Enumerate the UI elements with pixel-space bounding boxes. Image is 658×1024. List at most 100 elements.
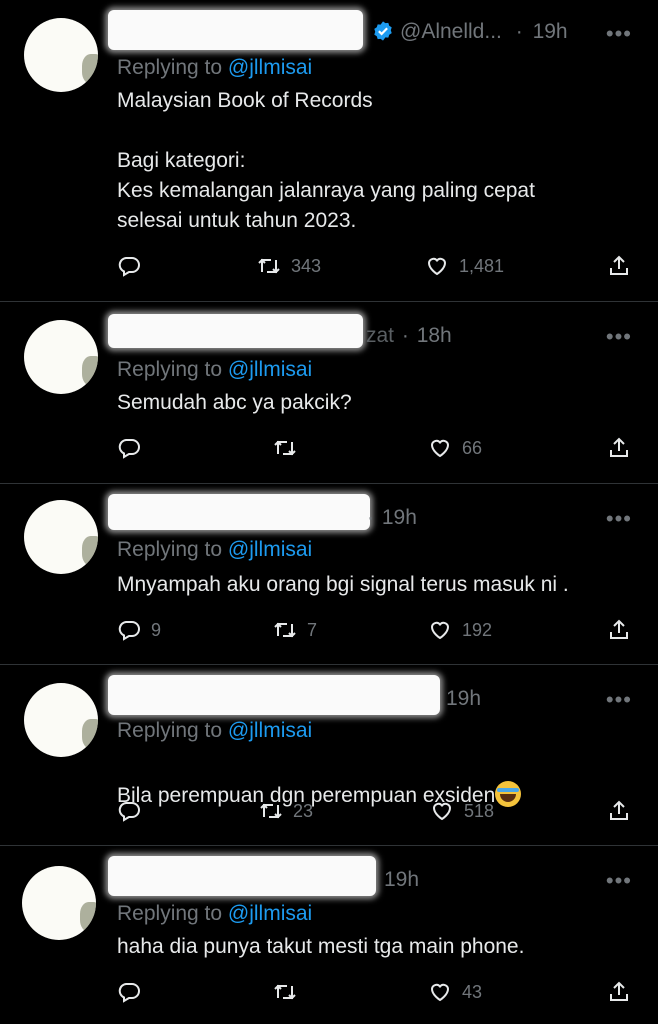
tweet-text: Mnyampah aku orang bgi signal terus masu… — [117, 573, 569, 596]
share-button[interactable] — [607, 254, 631, 278]
replying-handle-link[interactable]: @jllmisai — [228, 902, 312, 925]
replying-to: Replying to @jllmisai — [117, 538, 312, 562]
more-dots-icon[interactable]: ••• — [606, 868, 632, 894]
tweet-meta: 19h — [446, 687, 481, 711]
verified-badge-icon — [374, 21, 392, 41]
like-count: 43 — [462, 981, 483, 1002]
reply-button[interactable] — [117, 799, 151, 823]
retweet-button[interactable] — [273, 980, 307, 1004]
heart-icon — [430, 439, 450, 458]
share-button[interactable] — [607, 436, 631, 460]
action-bar: 23 518 — [117, 799, 637, 829]
action-bar: 9 7 192 — [117, 618, 637, 648]
replying-to: Replying to @jllmisai — [117, 56, 312, 80]
heart-icon — [430, 621, 450, 640]
author-handle[interactable]: @Alnelld... — [400, 20, 502, 43]
share-icon — [610, 619, 628, 639]
replying-prefix: Replying to — [117, 719, 223, 742]
more-dots-icon[interactable]: ••• — [606, 324, 632, 350]
like-button[interactable]: 192 — [428, 618, 492, 642]
retweet-icon — [274, 622, 296, 638]
retweet-icon — [260, 803, 282, 819]
redacted-display-name — [108, 675, 440, 715]
like-count: 66 — [462, 437, 483, 458]
reply-button[interactable]: 9 — [117, 618, 161, 642]
reply-icon — [118, 802, 140, 822]
timestamp[interactable]: 19h — [384, 868, 419, 891]
retweet-icon — [274, 440, 296, 456]
replying-handle-link[interactable]: @jllmisai — [228, 538, 312, 561]
tweet-meta: 19h — [384, 868, 419, 892]
timestamp[interactable]: 19h — [446, 687, 481, 710]
heart-icon — [432, 802, 452, 821]
more-dots-icon[interactable]: ••• — [606, 21, 632, 47]
author-handle[interactable]: zat — [366, 324, 394, 347]
avatar[interactable] — [24, 18, 98, 92]
tweet-4[interactable]: 19h ••• Replying to @jllmisai Bila perem… — [0, 665, 658, 845]
replying-handle-link[interactable]: @jllmisai — [228, 56, 312, 79]
separator: · — [367, 506, 374, 529]
tweet-text: Semudah abc ya pakcik? — [117, 391, 352, 414]
replying-prefix: Replying to — [117, 358, 223, 381]
timestamp[interactable]: 19h — [533, 20, 568, 43]
avatar[interactable] — [24, 500, 98, 574]
redacted-display-name — [108, 10, 363, 50]
like-button[interactable]: 1,481 — [425, 254, 504, 278]
like-button[interactable]: 43 — [428, 980, 482, 1004]
tweet-2[interactable]: zat · 18h ••• Replying to @jllmisai Semu… — [0, 302, 658, 482]
replying-handle-link[interactable]: @jllmisai — [228, 719, 312, 742]
reply-icon — [118, 621, 140, 641]
replying-handle-link[interactable]: @jllmisai — [228, 358, 312, 381]
tweet-meta: @Alnelld... · 19h — [372, 20, 568, 44]
action-bar: 43 — [117, 980, 637, 1010]
retweet-button[interactable] — [273, 436, 307, 460]
retweet-icon — [258, 258, 280, 274]
tweet-meta: zat · 18h — [366, 324, 452, 348]
reply-icon — [118, 439, 140, 459]
tweet-text: Malaysian Book of Records Bagi kategori:… — [117, 89, 535, 232]
reply-icon — [118, 983, 140, 1003]
replying-prefix: Replying to — [117, 902, 223, 925]
reply-button[interactable] — [117, 254, 151, 278]
retweet-button[interactable]: 343 — [257, 254, 321, 278]
heart-icon — [427, 257, 447, 276]
replying-to: Replying to @jllmisai — [117, 902, 312, 926]
more-dots-icon[interactable]: ••• — [606, 506, 632, 532]
share-icon — [610, 255, 628, 275]
redacted-display-name — [108, 494, 370, 530]
share-button[interactable] — [607, 799, 631, 823]
share-button[interactable] — [607, 618, 631, 642]
tweet-3[interactable]: · 19h ••• Replying to @jllmisai Mnyampah… — [0, 484, 658, 664]
retweet-button[interactable]: 23 — [259, 799, 313, 823]
avatar[interactable] — [24, 683, 98, 757]
avatar[interactable] — [22, 866, 96, 940]
separator: · — [401, 324, 409, 347]
share-button[interactable] — [607, 980, 631, 1004]
like-count: 1,481 — [459, 255, 505, 276]
tweet-meta: · 19h — [367, 506, 417, 530]
tweet-1[interactable]: @Alnelld... · 19h ••• Replying to @jllmi… — [0, 0, 658, 300]
replying-to: Replying to @jllmisai — [117, 719, 312, 743]
reply-button[interactable] — [117, 980, 151, 1004]
like-count: 518 — [464, 800, 495, 821]
avatar[interactable] — [24, 320, 98, 394]
more-dots-icon[interactable]: ••• — [606, 687, 632, 713]
retweet-icon — [274, 984, 296, 1000]
retweet-button[interactable]: 7 — [273, 618, 317, 642]
retweet-count: 7 — [307, 619, 318, 640]
like-count: 192 — [462, 619, 493, 640]
like-button[interactable]: 66 — [428, 436, 482, 460]
action-bar: 66 — [117, 436, 637, 466]
replying-prefix: Replying to — [117, 538, 223, 561]
share-icon — [610, 437, 628, 457]
reply-button[interactable] — [117, 436, 151, 460]
tweet-text: haha dia punya takut mesti tga main phon… — [117, 935, 525, 958]
retweet-count: 23 — [293, 800, 314, 821]
timestamp[interactable]: 19h — [382, 506, 417, 529]
timestamp[interactable]: 18h — [417, 324, 452, 347]
reply-icon — [118, 257, 140, 277]
heart-icon — [430, 983, 450, 1002]
share-icon — [610, 800, 628, 820]
like-button[interactable]: 518 — [430, 799, 494, 823]
tweet-5[interactable]: 19h ••• Replying to @jllmisai haha dia p… — [0, 846, 658, 1024]
